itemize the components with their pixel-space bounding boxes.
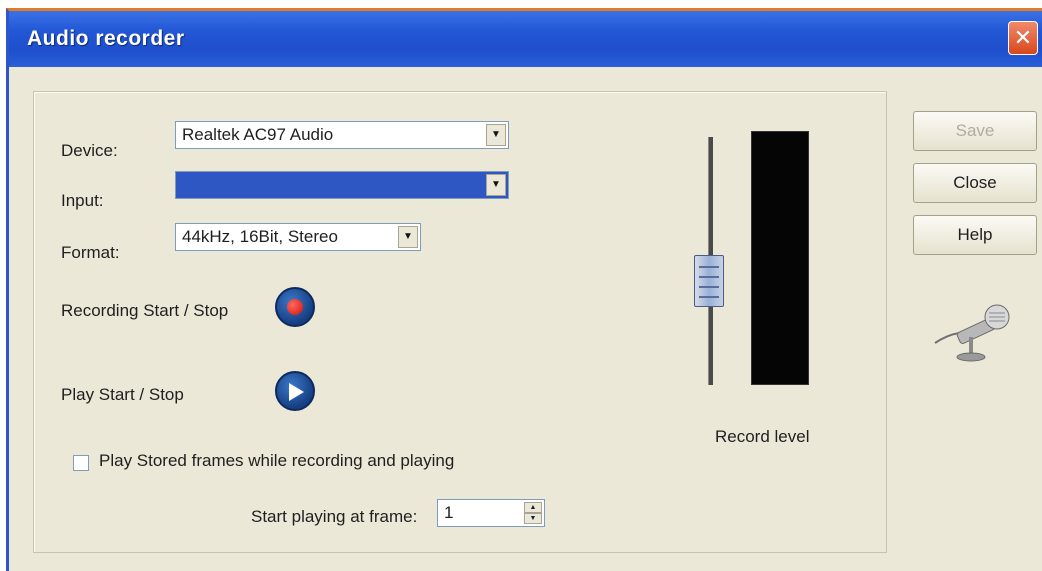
spin-up-icon[interactable]: ▲ (524, 502, 542, 513)
start-frame-value: 1 (444, 503, 454, 522)
record-level-label: Record level (715, 427, 810, 446)
close-icon: ✕ (1013, 25, 1033, 50)
device-value: Realtek AC97 Audio (182, 125, 334, 144)
input-label: Input: (61, 191, 104, 210)
save-button[interactable]: Save (913, 111, 1037, 151)
play-icon (289, 383, 304, 401)
format-label: Format: (61, 243, 120, 262)
play-stored-frames-label: Play Stored frames while recording and p… (99, 451, 455, 470)
play-button[interactable] (275, 371, 315, 411)
chevron-down-icon[interactable]: ▼ (486, 124, 506, 146)
chevron-down-icon[interactable]: ▼ (398, 226, 418, 248)
help-button[interactable]: Help (913, 215, 1037, 255)
audio-recorder-window: Audio recorder ✕ Device: Realtek AC97 Au… (6, 8, 1042, 571)
recording-label: Recording Start / Stop (61, 301, 229, 320)
record-icon (287, 299, 303, 315)
input-select[interactable]: ▼ (175, 171, 509, 199)
chevron-down-icon[interactable]: ▼ (486, 174, 506, 196)
record-button[interactable] (275, 287, 315, 327)
window-title: Audio recorder (27, 27, 185, 50)
spin-down-icon[interactable]: ▼ (524, 513, 542, 524)
play-label: Play Start / Stop (61, 385, 184, 404)
format-select[interactable]: 44kHz, 16Bit, Stereo ▼ (175, 223, 421, 251)
title-bar[interactable]: Audio recorder ✕ (9, 11, 1042, 67)
format-value: 44kHz, 16Bit, Stereo (182, 227, 338, 246)
device-select[interactable]: Realtek AC97 Audio ▼ (175, 121, 509, 149)
record-level-meter (751, 131, 809, 385)
close-button[interactable]: Close (913, 163, 1037, 203)
microphone-icon (934, 304, 1010, 362)
close-window-button[interactable]: ✕ (1008, 21, 1038, 55)
start-frame-stepper[interactable]: 1 ▲ ▼ (437, 499, 545, 527)
device-label: Device: (61, 141, 118, 160)
play-stored-frames-checkbox[interactable] (73, 455, 89, 471)
start-frame-label: Start playing at frame: (251, 507, 418, 526)
record-level-slider-thumb[interactable] (694, 254, 724, 307)
